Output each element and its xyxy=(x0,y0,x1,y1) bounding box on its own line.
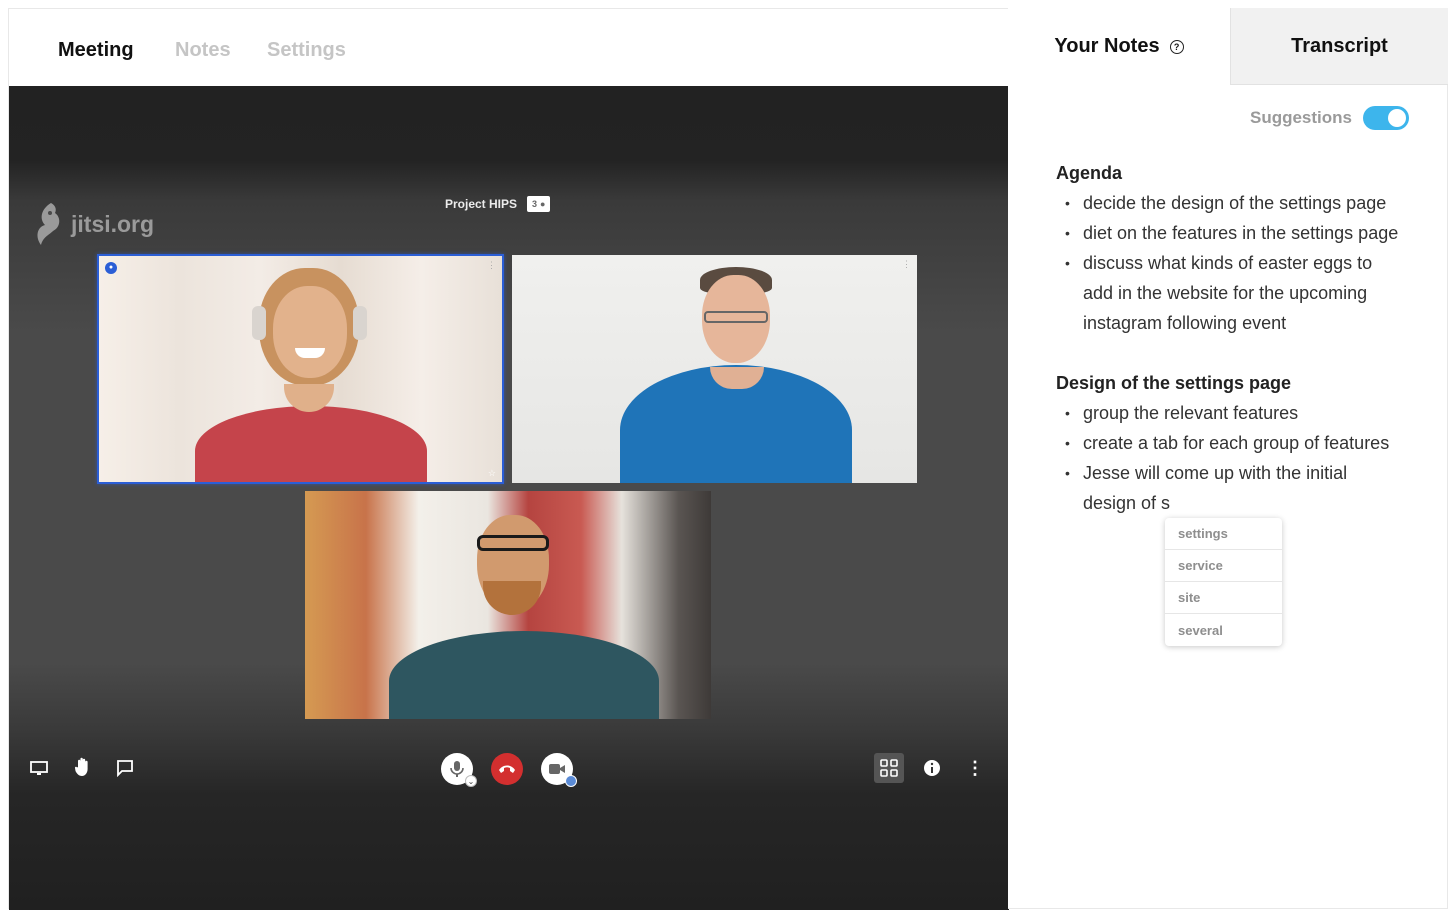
tab-transcript[interactable]: Transcript xyxy=(1230,8,1448,85)
chevron-down-icon[interactable]: ⌄ xyxy=(465,775,477,787)
info-icon[interactable] xyxy=(922,758,942,778)
screen-share-icon[interactable] xyxy=(29,758,49,778)
tab-notes[interactable]: Notes xyxy=(175,39,231,62)
dominant-speaker-icon: ● xyxy=(105,262,117,274)
tab-transcript-label: Transcript xyxy=(1291,34,1388,57)
camera-button[interactable] xyxy=(541,753,577,787)
video-conference-area: jitsi.org Project HIPS 3 ● ● ⋮ ☆ ⋮ ⌄ ⋮ xyxy=(9,86,1009,910)
tab-meeting[interactable]: Meeting xyxy=(58,39,134,62)
hangup-icon xyxy=(499,765,515,773)
list-item: decide the design of the settings page xyxy=(1056,188,1416,218)
suggestions-toggle[interactable] xyxy=(1363,106,1409,130)
autocomplete-dropdown: settings service site several xyxy=(1165,518,1282,646)
tile-menu-icon[interactable]: ⋮ xyxy=(487,260,496,271)
autocomplete-option[interactable]: settings xyxy=(1165,518,1282,550)
notes-panel: Your Notes ? Transcript Suggestions Agen… xyxy=(1008,8,1448,909)
autocomplete-option[interactable]: service xyxy=(1165,550,1282,582)
app-window: Meeting Notes Settings jitsi.org Project… xyxy=(0,0,1454,916)
autocomplete-option[interactable]: several xyxy=(1165,614,1282,646)
participant-tile-3[interactable] xyxy=(305,491,711,719)
list-item: discuss what kinds of easter eggs to add… xyxy=(1056,248,1386,338)
star-icon: ☆ xyxy=(487,468,496,478)
logo-text: jitsi.org xyxy=(71,210,155,237)
tile-view-button[interactable] xyxy=(874,753,904,783)
meeting-tab-bar: Meeting Notes Settings xyxy=(9,9,1009,86)
camera-icon xyxy=(549,764,565,774)
suggestions-control: Suggestions xyxy=(1250,106,1409,130)
toggle-knob xyxy=(1388,109,1406,127)
list-item: group the relevant features xyxy=(1056,398,1416,428)
participant-tile-1[interactable]: ● ⋮ ☆ xyxy=(97,254,504,484)
help-icon[interactable]: ? xyxy=(1169,39,1184,54)
microphone-icon xyxy=(450,761,464,777)
participants-icon: ● xyxy=(540,199,546,209)
participant-count: 3 xyxy=(532,199,538,209)
participant-tile-2[interactable]: ⋮ xyxy=(512,255,917,483)
tab-settings[interactable]: Settings xyxy=(267,39,346,62)
tile-menu-icon[interactable]: ⋮ xyxy=(902,259,911,270)
design-list: group the relevant features create a tab… xyxy=(1056,398,1416,518)
tile-view-icon xyxy=(880,759,898,777)
list-item: create a tab for each group of features xyxy=(1056,428,1416,458)
participant-count-badge[interactable]: 3 ● xyxy=(527,196,551,212)
tab-your-notes[interactable]: Your Notes ? xyxy=(1008,8,1230,85)
jitsi-logo-icon xyxy=(37,203,60,245)
hangup-button[interactable] xyxy=(491,753,523,785)
raise-hand-icon[interactable] xyxy=(72,756,94,778)
meeting-panel: Meeting Notes Settings jitsi.org Project… xyxy=(8,8,1009,910)
tab-your-notes-label: Your Notes xyxy=(1054,35,1160,57)
room-title-bar: Project HIPS 3 ● xyxy=(445,196,551,212)
jitsi-logo: jitsi.org xyxy=(31,201,154,247)
more-options-icon[interactable]: ⋮ xyxy=(966,758,984,778)
chat-icon[interactable] xyxy=(115,758,135,778)
design-heading: Design of the settings page xyxy=(1056,373,1292,393)
room-title: Project HIPS xyxy=(445,197,518,211)
list-item: Jesse will come up with the initial desi… xyxy=(1056,458,1386,518)
notes-editor[interactable]: Agenda decide the design of the settings… xyxy=(1056,158,1416,518)
agenda-list: decide the design of the settings page d… xyxy=(1056,188,1416,338)
camera-settings-icon[interactable] xyxy=(565,775,577,787)
list-item: diet on the features in the settings pag… xyxy=(1056,218,1416,248)
autocomplete-option[interactable]: site xyxy=(1165,582,1282,614)
agenda-heading: Agenda xyxy=(1056,163,1123,183)
suggestions-label: Suggestions xyxy=(1249,108,1352,127)
microphone-button[interactable]: ⌄ xyxy=(441,753,477,787)
